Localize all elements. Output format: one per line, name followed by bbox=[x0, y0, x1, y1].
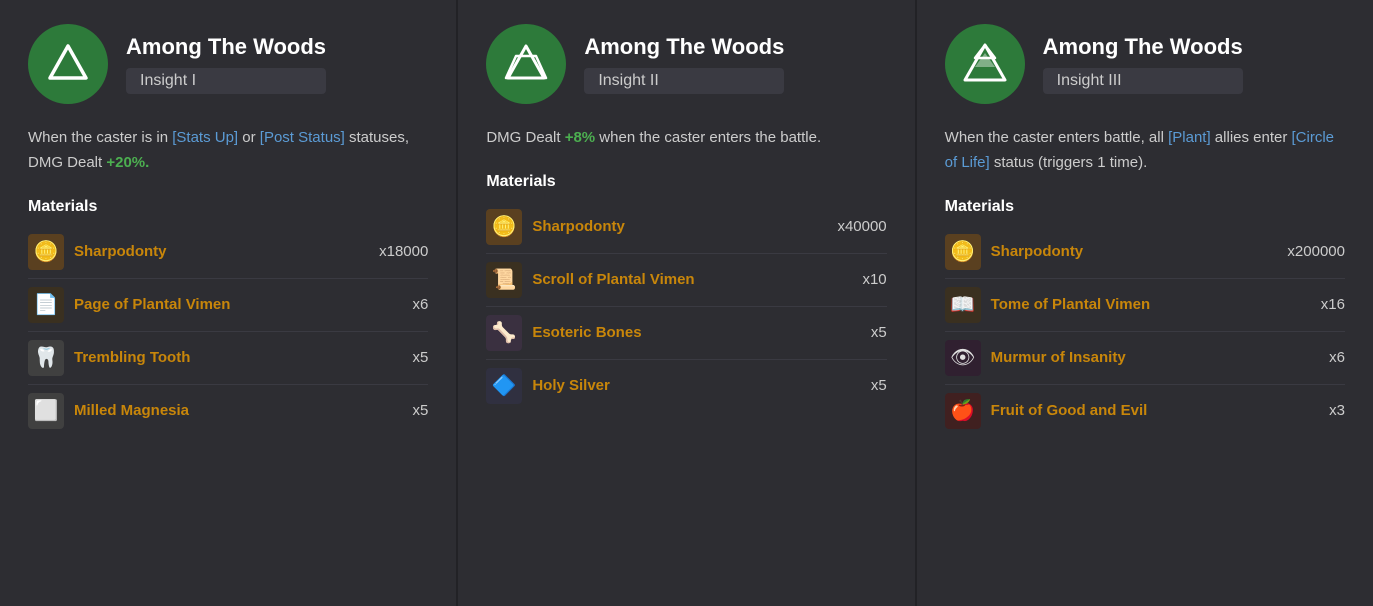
material-qty: x5 bbox=[871, 377, 887, 394]
material-icon-1: 📜 bbox=[486, 262, 522, 298]
material-row: 🦴 Esoteric Bones x5 bbox=[486, 307, 886, 360]
header-insight2: Among The Woods Insight II bbox=[486, 24, 886, 104]
highlight-green-text: +8% bbox=[565, 129, 595, 146]
material-name: Sharpodonty bbox=[991, 243, 1278, 260]
header-insight3: Among The Woods Insight III bbox=[945, 24, 1345, 104]
materials-title: Materials bbox=[486, 173, 886, 191]
material-row: 📖 Tome of Plantal Vimen x16 bbox=[945, 279, 1345, 332]
material-row: 🪙 Sharpodonty x40000 bbox=[486, 201, 886, 254]
header-insight1: Among The Woods Insight I bbox=[28, 24, 428, 104]
icon-circle-insight2 bbox=[486, 24, 566, 104]
material-qty: x5 bbox=[871, 324, 887, 341]
description-insight1: When the caster is in [Stats Up] or [Pos… bbox=[28, 126, 428, 176]
material-row: 🪙 Sharpodonty x18000 bbox=[28, 226, 428, 279]
material-name: Page of Plantal Vimen bbox=[74, 296, 402, 313]
material-row: 🔷 Holy Silver x5 bbox=[486, 360, 886, 412]
material-qty: x6 bbox=[412, 296, 428, 313]
material-qty: x40000 bbox=[837, 218, 886, 235]
material-name: Trembling Tooth bbox=[74, 349, 402, 366]
insight-badge-insight1: Insight I bbox=[126, 68, 326, 94]
material-row: 🦷 Trembling Tooth x5 bbox=[28, 332, 428, 385]
material-row: 🍎 Fruit of Good and Evil x3 bbox=[945, 385, 1345, 437]
panel-insight2: Among The Woods Insight II DMG Dealt +8% w… bbox=[458, 0, 916, 606]
materials-section-insight2: Materials 🪙 Sharpodonty x40000 📜 Scroll of Pl… bbox=[486, 173, 886, 582]
material-name: Sharpodonty bbox=[74, 243, 369, 260]
material-name: Sharpodonty bbox=[532, 218, 827, 235]
material-icon-3: 🍎 bbox=[945, 393, 981, 429]
game-title: Among The Woods bbox=[126, 34, 326, 60]
woods-icon bbox=[502, 40, 550, 88]
material-name: Holy Silver bbox=[532, 377, 860, 394]
material-name: Murmur of Insanity bbox=[991, 349, 1319, 366]
material-icon-1: 📖 bbox=[945, 287, 981, 323]
insight-badge-insight2: Insight II bbox=[584, 68, 784, 94]
game-title: Among The Woods bbox=[1043, 34, 1243, 60]
material-icon-1: 📄 bbox=[28, 287, 64, 323]
material-icon-0: 🪙 bbox=[486, 209, 522, 245]
material-name: Milled Magnesia bbox=[74, 402, 402, 419]
panel-insight3: Among The Woods Insight III When the caste… bbox=[917, 0, 1373, 606]
header-text-insight1: Among The Woods Insight I bbox=[126, 34, 326, 94]
materials-title: Materials bbox=[945, 198, 1345, 216]
material-qty: x5 bbox=[412, 402, 428, 419]
material-icon-2: 👁 bbox=[945, 340, 981, 376]
panel-insight1: Among The Woods Insight I When the caster … bbox=[0, 0, 458, 606]
material-icon-2: 🦷 bbox=[28, 340, 64, 376]
insight-badge-insight3: Insight III bbox=[1043, 68, 1243, 94]
woods-icon bbox=[44, 40, 92, 88]
materials-section-insight3: Materials 🪙 Sharpodonty x200000 📖 Tome of Pla… bbox=[945, 198, 1345, 583]
highlight-blue-text: [Stats Up] bbox=[172, 129, 238, 146]
material-name: Esoteric Bones bbox=[532, 324, 860, 341]
material-icon-2: 🦴 bbox=[486, 315, 522, 351]
material-row: ⬜ Milled Magnesia x5 bbox=[28, 385, 428, 437]
description-insight3: When the caster enters battle, all [Plan… bbox=[945, 126, 1345, 176]
material-icon-3: 🔷 bbox=[486, 368, 522, 404]
highlight-blue-text: [Post Status] bbox=[260, 129, 345, 146]
game-title: Among The Woods bbox=[584, 34, 784, 60]
material-icon-0: 🪙 bbox=[945, 234, 981, 270]
icon-circle-insight3 bbox=[945, 24, 1025, 104]
header-text-insight2: Among The Woods Insight II bbox=[584, 34, 784, 94]
materials-section-insight1: Materials 🪙 Sharpodonty x18000 📄 Page of Plan… bbox=[28, 198, 428, 583]
material-qty: x10 bbox=[862, 271, 886, 288]
material-name: Fruit of Good and Evil bbox=[991, 402, 1319, 419]
materials-title: Materials bbox=[28, 198, 428, 216]
highlight-blue-text: [Plant] bbox=[1168, 129, 1211, 146]
description-insight2: DMG Dealt +8% when the caster enters the… bbox=[486, 126, 886, 151]
material-qty: x200000 bbox=[1287, 243, 1345, 260]
material-row: 📜 Scroll of Plantal Vimen x10 bbox=[486, 254, 886, 307]
material-qty: x6 bbox=[1329, 349, 1345, 366]
material-row: 🪙 Sharpodonty x200000 bbox=[945, 226, 1345, 279]
icon-circle-insight1 bbox=[28, 24, 108, 104]
material-row: 👁 Murmur of Insanity x6 bbox=[945, 332, 1345, 385]
material-name: Scroll of Plantal Vimen bbox=[532, 271, 852, 288]
header-text-insight3: Among The Woods Insight III bbox=[1043, 34, 1243, 94]
material-icon-3: ⬜ bbox=[28, 393, 64, 429]
woods-icon bbox=[961, 40, 1009, 88]
material-qty: x5 bbox=[412, 349, 428, 366]
highlight-green-text: +20%. bbox=[106, 154, 149, 171]
material-qty: x16 bbox=[1321, 296, 1345, 313]
material-row: 📄 Page of Plantal Vimen x6 bbox=[28, 279, 428, 332]
material-name: Tome of Plantal Vimen bbox=[991, 296, 1311, 313]
material-icon-0: 🪙 bbox=[28, 234, 64, 270]
material-qty: x18000 bbox=[379, 243, 428, 260]
panels-container: Among The Woods Insight I When the caster … bbox=[0, 0, 1373, 606]
material-qty: x3 bbox=[1329, 402, 1345, 419]
highlight-blue-text: [Circle of Life] bbox=[945, 129, 1334, 171]
